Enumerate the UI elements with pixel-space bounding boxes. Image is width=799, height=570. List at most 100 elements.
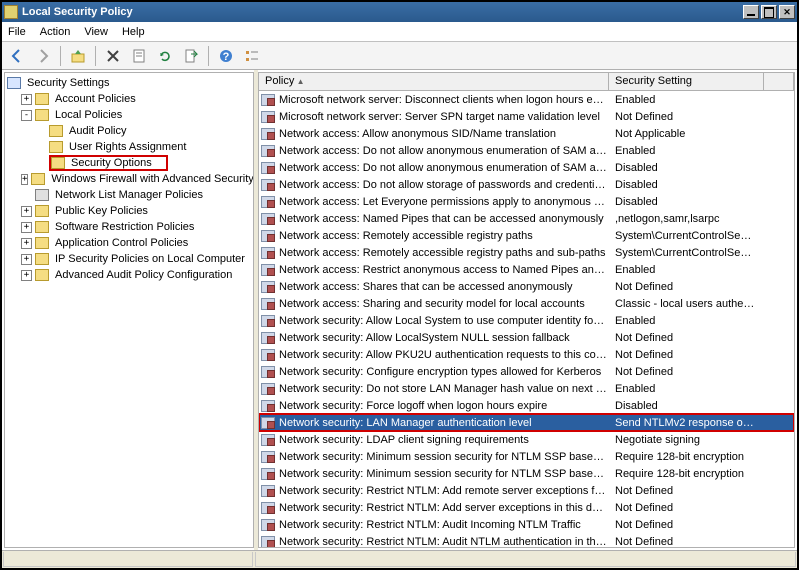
help-button[interactable]: ? bbox=[215, 45, 237, 67]
policy-row[interactable]: Microsoft network server: Disconnect cli… bbox=[259, 91, 794, 108]
policy-row[interactable]: Network access: Shares that can be acces… bbox=[259, 278, 794, 295]
policy-icon bbox=[261, 536, 275, 548]
policy-setting: Not Defined bbox=[611, 281, 794, 293]
tree-item-label: Application Control Policies bbox=[53, 237, 190, 249]
policy-icon bbox=[261, 434, 275, 446]
policy-row[interactable]: Network security: LAN Manager authentica… bbox=[259, 414, 794, 431]
maximize-button[interactable] bbox=[761, 5, 777, 19]
policy-name: Network security: Force logoff when logo… bbox=[279, 400, 611, 412]
policy-name: Microsoft network server: Disconnect cli… bbox=[279, 94, 611, 106]
tree-item[interactable]: -Local Policies bbox=[7, 107, 251, 123]
policy-setting: Not Defined bbox=[611, 366, 794, 378]
tree-item[interactable]: +Account Policies bbox=[7, 91, 251, 107]
policy-row[interactable]: Network access: Do not allow storage of … bbox=[259, 176, 794, 193]
tree-item[interactable]: Network List Manager Policies bbox=[7, 187, 251, 203]
delete-button[interactable] bbox=[102, 45, 124, 67]
minimize-button[interactable] bbox=[743, 5, 759, 19]
expand-toggle[interactable]: + bbox=[21, 94, 32, 105]
column-header-setting[interactable]: Security Setting bbox=[609, 73, 764, 90]
menu-view[interactable]: View bbox=[84, 26, 108, 38]
policy-icon bbox=[261, 94, 275, 106]
properties-button[interactable] bbox=[128, 45, 150, 67]
policy-row[interactable]: Microsoft network server: Server SPN tar… bbox=[259, 108, 794, 125]
export-button[interactable] bbox=[180, 45, 202, 67]
up-button[interactable] bbox=[67, 45, 89, 67]
expand-toggle[interactable]: + bbox=[21, 254, 32, 265]
policy-name: Network access: Remotely accessible regi… bbox=[279, 230, 611, 242]
back-button[interactable] bbox=[6, 45, 28, 67]
folder-icon bbox=[35, 109, 49, 121]
expand-toggle[interactable]: + bbox=[21, 222, 32, 233]
policy-icon bbox=[261, 349, 275, 361]
column-header-policy[interactable]: Policy bbox=[259, 73, 609, 90]
tree-item[interactable]: +Software Restriction Policies bbox=[7, 219, 251, 235]
tree-item[interactable]: User Rights Assignment bbox=[7, 139, 251, 155]
tree-item[interactable]: +Windows Firewall with Advanced Security bbox=[7, 171, 251, 187]
policy-row[interactable]: Network security: Force logoff when logo… bbox=[259, 397, 794, 414]
policy-row[interactable]: Network security: Minimum session securi… bbox=[259, 465, 794, 482]
policy-row[interactable]: Network security: Restrict NTLM: Add rem… bbox=[259, 482, 794, 499]
policy-row[interactable]: Network access: Let Everyone permissions… bbox=[259, 193, 794, 210]
policy-row[interactable]: Network security: Allow Local System to … bbox=[259, 312, 794, 329]
expand-toggle[interactable]: + bbox=[21, 206, 32, 217]
folder-icon bbox=[49, 125, 63, 137]
policy-setting: Disabled bbox=[611, 196, 794, 208]
tree-item[interactable]: + Application Control Policies bbox=[7, 235, 251, 251]
policy-row[interactable]: Network access: Named Pipes that can be … bbox=[259, 210, 794, 227]
tree-root[interactable]: Security Settings bbox=[7, 75, 251, 91]
tree-item[interactable]: +Advanced Audit Policy Configuration bbox=[7, 267, 251, 283]
policy-setting: Disabled bbox=[611, 179, 794, 191]
policy-row[interactable]: Network security: Restrict NTLM: Audit I… bbox=[259, 516, 794, 533]
policy-name: Network security: Minimum session securi… bbox=[279, 468, 611, 480]
expand-toggle[interactable]: + bbox=[21, 270, 32, 281]
policy-row[interactable]: Network security: Minimum session securi… bbox=[259, 448, 794, 465]
tree-item[interactable]: Security Options bbox=[7, 155, 251, 171]
shield-icon bbox=[7, 77, 21, 89]
list-body[interactable]: Microsoft network server: Disconnect cli… bbox=[259, 91, 794, 547]
folder-icon bbox=[49, 141, 63, 153]
expand-toggle[interactable]: + bbox=[21, 238, 32, 249]
folder-icon bbox=[35, 93, 49, 105]
policy-setting: Classic - local users authe… bbox=[611, 298, 794, 310]
close-button[interactable] bbox=[779, 5, 795, 19]
policy-row[interactable]: Network security: Allow PKU2U authentica… bbox=[259, 346, 794, 363]
policy-icon bbox=[261, 451, 275, 463]
statusbar bbox=[2, 550, 797, 568]
expand-toggle[interactable]: - bbox=[21, 110, 32, 121]
tree-item[interactable]: Audit Policy bbox=[7, 123, 251, 139]
policy-row[interactable]: Network access: Remotely accessible regi… bbox=[259, 244, 794, 261]
tree-item[interactable]: + Public Key Policies bbox=[7, 203, 251, 219]
expand-toggle[interactable]: + bbox=[21, 174, 28, 185]
policy-name: Network security: Allow PKU2U authentica… bbox=[279, 349, 611, 361]
tree-item[interactable]: +IP Security Policies on Local Computer bbox=[7, 251, 251, 267]
policy-setting: Not Defined bbox=[611, 519, 794, 531]
policy-row[interactable]: Network security: Do not store LAN Manag… bbox=[259, 380, 794, 397]
policy-icon bbox=[261, 366, 275, 378]
titlebar[interactable]: Local Security Policy bbox=[2, 2, 797, 22]
policy-row[interactable]: Network access: Sharing and security mod… bbox=[259, 295, 794, 312]
policy-row[interactable]: Network security: Restrict NTLM: Audit N… bbox=[259, 533, 794, 547]
menu-action[interactable]: Action bbox=[40, 26, 71, 38]
policy-row[interactable]: Network security: Allow LocalSystem NULL… bbox=[259, 329, 794, 346]
menu-file[interactable]: File bbox=[8, 26, 26, 38]
tree-item-label: Public Key Policies bbox=[53, 205, 150, 217]
policy-row[interactable]: Network access: Allow anonymous SID/Name… bbox=[259, 125, 794, 142]
policy-icon bbox=[261, 111, 275, 123]
policy-name: Network access: Let Everyone permissions… bbox=[279, 196, 611, 208]
forward-button[interactable] bbox=[32, 45, 54, 67]
policy-row[interactable]: Network access: Restrict anonymous acces… bbox=[259, 261, 794, 278]
policy-row[interactable]: Network access: Do not allow anonymous e… bbox=[259, 142, 794, 159]
navigation-tree[interactable]: Security Settings +Account Policies-Loca… bbox=[4, 72, 254, 548]
menu-help[interactable]: Help bbox=[122, 26, 145, 38]
policy-row[interactable]: Network access: Remotely accessible regi… bbox=[259, 227, 794, 244]
list-button[interactable] bbox=[241, 45, 263, 67]
policy-row[interactable]: Network access: Do not allow anonymous e… bbox=[259, 159, 794, 176]
policy-icon bbox=[261, 281, 275, 293]
policy-icon bbox=[261, 179, 275, 191]
policy-row[interactable]: Network security: LDAP client signing re… bbox=[259, 431, 794, 448]
policy-row[interactable]: Network security: Configure encryption t… bbox=[259, 363, 794, 380]
folder-icon bbox=[35, 237, 49, 249]
policy-name: Microsoft network server: Server SPN tar… bbox=[279, 111, 611, 123]
refresh-button[interactable] bbox=[154, 45, 176, 67]
policy-row[interactable]: Network security: Restrict NTLM: Add ser… bbox=[259, 499, 794, 516]
